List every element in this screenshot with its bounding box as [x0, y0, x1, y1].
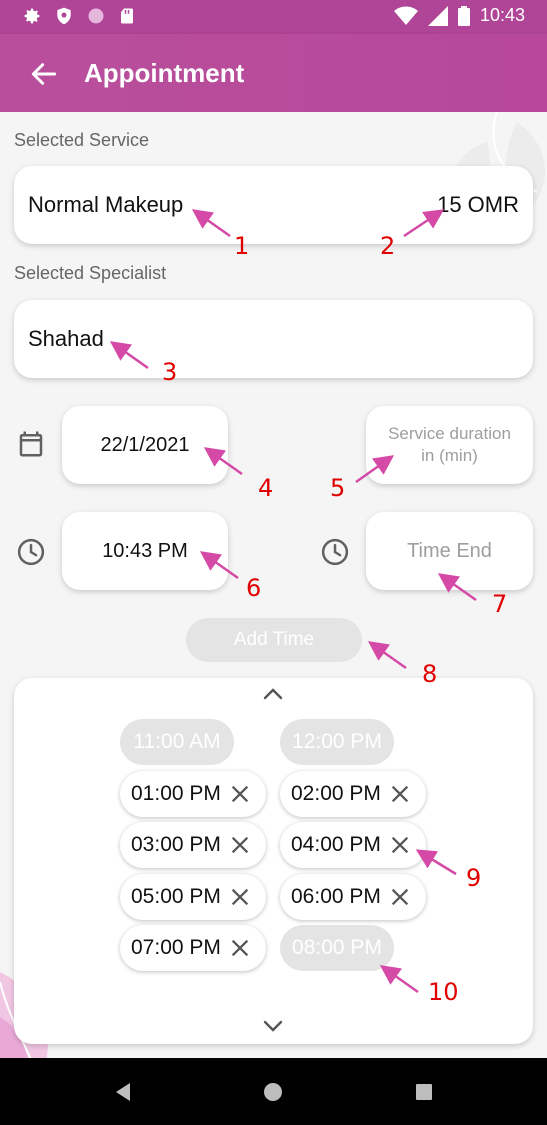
annotation-arrow-10 [379, 965, 419, 994]
annotation-number-4: 4 [258, 474, 274, 502]
wifi-icon [393, 6, 418, 25]
annotation-number-2: 2 [380, 232, 396, 260]
battery-icon [457, 5, 470, 26]
annotation-number-1: 1 [234, 232, 250, 260]
page-title: Appointment [84, 58, 245, 88]
nav-back-icon[interactable] [114, 1082, 132, 1102]
circle-icon [88, 8, 104, 24]
annotation-arrow-5 [355, 455, 395, 484]
annotation-arrow-6 [199, 551, 239, 580]
annotation-arrows [109, 209, 477, 994]
annotation-number-10: 10 [428, 978, 459, 1006]
shield-icon [57, 7, 71, 25]
annotation-arrow-7 [437, 573, 477, 602]
annotation-number-9: 9 [466, 864, 482, 892]
annotation-number-3: 3 [162, 358, 178, 386]
nav-recents-icon[interactable] [415, 1083, 433, 1101]
annotation-arrow-4 [203, 447, 243, 476]
arrow-left-icon[interactable] [28, 58, 60, 90]
system-nav-bar [0, 1058, 547, 1125]
annotation-number-7: 7 [492, 590, 508, 618]
nav-home-icon[interactable] [263, 1082, 283, 1102]
status-time: 10:43 [479, 5, 525, 25]
annotation-number-8: 8 [422, 660, 438, 688]
annotation-arrow-3 [109, 341, 149, 370]
status-bar: 10:43 [0, 0, 547, 34]
annotation-arrow-2 [403, 209, 445, 238]
sd-card-icon [121, 8, 133, 24]
annotation-arrow-9 [415, 849, 457, 876]
gear-icon [24, 8, 40, 24]
annotation-number-5: 5 [330, 474, 346, 502]
signal-icon [427, 5, 448, 26]
appointment-form: Selected Service Normal Makeup 15 OMR Se… [0, 112, 547, 1058]
annotation-arrow-8 [367, 641, 407, 670]
annotation-arrow-1 [191, 209, 231, 238]
app-bar: Appointment [0, 34, 547, 112]
annotation-number-6: 6 [246, 574, 262, 602]
